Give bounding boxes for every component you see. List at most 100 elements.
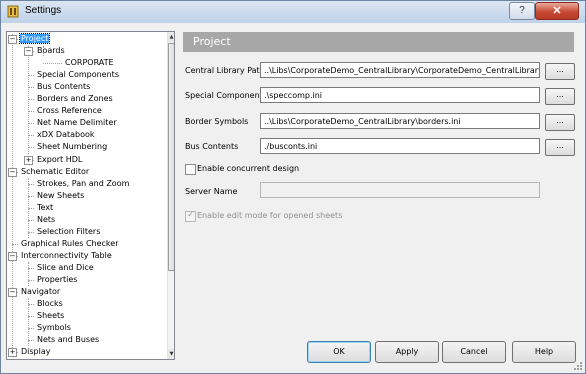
tree-item-special-components[interactable]: Special Components [36,69,120,81]
tree-guide-line [28,99,34,101]
tree-item-nets-and-buses[interactable]: Nets and Buses [36,334,100,346]
border-symbols-field[interactable]: ..\Libs\CorporateDemo_CentralLibrary\bor… [260,113,540,129]
tree-item-symbols[interactable]: Symbols [36,322,72,334]
tree-item-graphical-rules-checker[interactable]: Graphical Rules Checker [20,238,120,250]
apply-button[interactable]: Apply [375,341,439,363]
tree-item-schematic-editor[interactable]: Schematic Editor [20,166,90,178]
tree-item-display[interactable]: Display [20,346,52,358]
collapse-icon[interactable]: − [24,47,33,57]
collapse-icon[interactable]: − [8,251,17,261]
tree-item-label: Borders and Zones [37,94,113,104]
tree-item-text[interactable]: Text [36,202,54,214]
tree-guide-line [28,262,29,286]
tree-guide-line [28,135,34,137]
close-button[interactable]: ✕ [535,2,579,20]
server-name-label: Server Name [185,187,238,196]
tree-item-slice-and-dice[interactable]: Slice and Dice [36,262,95,274]
central-library-browse-button[interactable]: ... [545,63,575,80]
central-library-path-label: Central Library Path [185,66,265,75]
tree-item-sheets[interactable]: Sheets [36,310,65,322]
tree-item-label: Navigator [21,287,61,297]
tree-item-label: Nets and Buses [37,335,100,345]
window-title: Settings [25,5,62,16]
tree-guide-line [28,87,34,89]
tree-item-blocks[interactable]: Blocks [36,298,64,310]
tree-guide-line [28,340,34,342]
tree-guide-line [28,207,34,209]
title-bar: Settings ? ✕ [1,1,585,23]
special-components-browse-button[interactable]: ... [545,88,575,105]
central-library-path-field[interactable]: ..\Libs\CorporateDemo_CentralLibrary\Cor… [260,62,540,78]
tree-item-label: Properties [37,275,78,284]
tree-item-new-sheets[interactable]: New Sheets [36,190,85,202]
tree-guide-line [28,280,34,281]
tree-item-label: Sheets [37,311,65,321]
tree-guide-line [12,34,13,354]
tree-guide-line [28,316,34,318]
tree-guide-line [28,75,34,77]
tree-item-label: Sheet Numbering [37,142,108,152]
bus-contents-browse-button[interactable]: ... [545,139,575,156]
bus-contents-label: Bus Contents [185,142,239,151]
tree-item-label: Blocks [37,299,63,309]
scroll-thumb[interactable] [168,43,174,271]
edit-mode-label: Enable edit mode for opened sheets [197,211,343,220]
special-components-field[interactable]: .\speccomp.ini [260,87,540,103]
tree-guide-line [28,231,34,233]
tree-scrollbar[interactable]: ▲ ▼ [167,32,174,359]
cancel-button[interactable]: Cancel [442,341,506,363]
tree-item-label: Display [21,347,51,357]
tree-item-xdx-databook[interactable]: xDX Databook [36,129,96,141]
tree-item-net-name-delimiter[interactable]: Net Name Delimiter [36,117,118,129]
tree-guide-line [12,243,18,245]
help-button[interactable]: Help [512,341,576,363]
tree-item-label: Special Components [37,70,119,80]
server-name-field[interactable] [260,182,540,198]
tree-item-navigator[interactable]: Navigator [20,286,61,298]
tree-item-label: Bus Contents [37,82,91,92]
tree-item-strokes-pan-zoom[interactable]: Strokes, Pan and Zoom [36,178,130,190]
tree-item-properties[interactable]: Properties [36,274,78,286]
tree-item-label: Strokes, Pan and Zoom [37,178,130,188]
ok-button[interactable]: OK [307,341,371,363]
concurrent-design-checkbox[interactable] [185,164,196,175]
tree-item-selection-filters[interactable]: Selection Filters [36,226,101,238]
settings-tree: − Project − Boards CORPORATE Special Componen… [6,31,175,360]
tree-item-label: Schematic Editor [21,166,90,176]
tree-item-nets[interactable]: Nets [36,214,56,226]
tree-item-label: Nets [37,214,56,224]
tree-item-label: Slice and Dice [37,262,94,272]
collapse-icon[interactable]: − [8,288,17,298]
tree-item-label: xDX Databook [37,130,95,140]
checkmark-icon: ✓ [187,210,195,220]
border-symbols-browse-button[interactable]: ... [545,114,575,131]
tree-item-label: Net Name Delimiter [37,118,117,128]
tree-item-bus-contents[interactable]: Bus Contents [36,81,91,93]
tree-item-borders-and-zones[interactable]: Borders and Zones [36,93,114,105]
resize-grip-icon[interactable] [573,361,583,371]
tree-item-project[interactable]: Project [18,33,51,45]
scroll-up-icon[interactable]: ▲ [168,32,174,42]
tree-item-export-hdl[interactable]: Export HDL [36,154,83,166]
tree-item-label: Cross Reference [37,106,102,116]
edit-mode-checkbox[interactable]: ✓ [185,210,196,222]
tree-guide-line [43,63,62,65]
tree-item-sheet-numbering[interactable]: Sheet Numbering [36,141,108,153]
tree-item-label: CORPORATE [65,58,114,68]
collapse-icon[interactable]: − [8,167,17,177]
tree-item-boards[interactable]: Boards [36,45,66,57]
tree-item-label: Graphical Rules Checker [21,238,119,248]
tree-guide-line [28,183,34,185]
tree-item-cross-reference[interactable]: Cross Reference [36,105,103,117]
tree-item-label: Boards [37,46,65,56]
tree-item-corporate[interactable]: CORPORATE [64,57,115,69]
tree-guide-line [28,147,34,149]
bus-contents-field[interactable]: ./busconts.ini [260,138,540,154]
collapse-icon[interactable]: − [8,35,17,44]
tree-item-interconnectivity-table[interactable]: Interconnectivity Table [20,250,113,262]
expand-icon[interactable]: + [8,348,17,358]
scroll-down-icon[interactable]: ▼ [168,349,174,359]
help-icon[interactable]: ? [509,2,535,20]
expand-icon[interactable]: + [24,155,33,165]
tree-guide-line [28,304,34,306]
